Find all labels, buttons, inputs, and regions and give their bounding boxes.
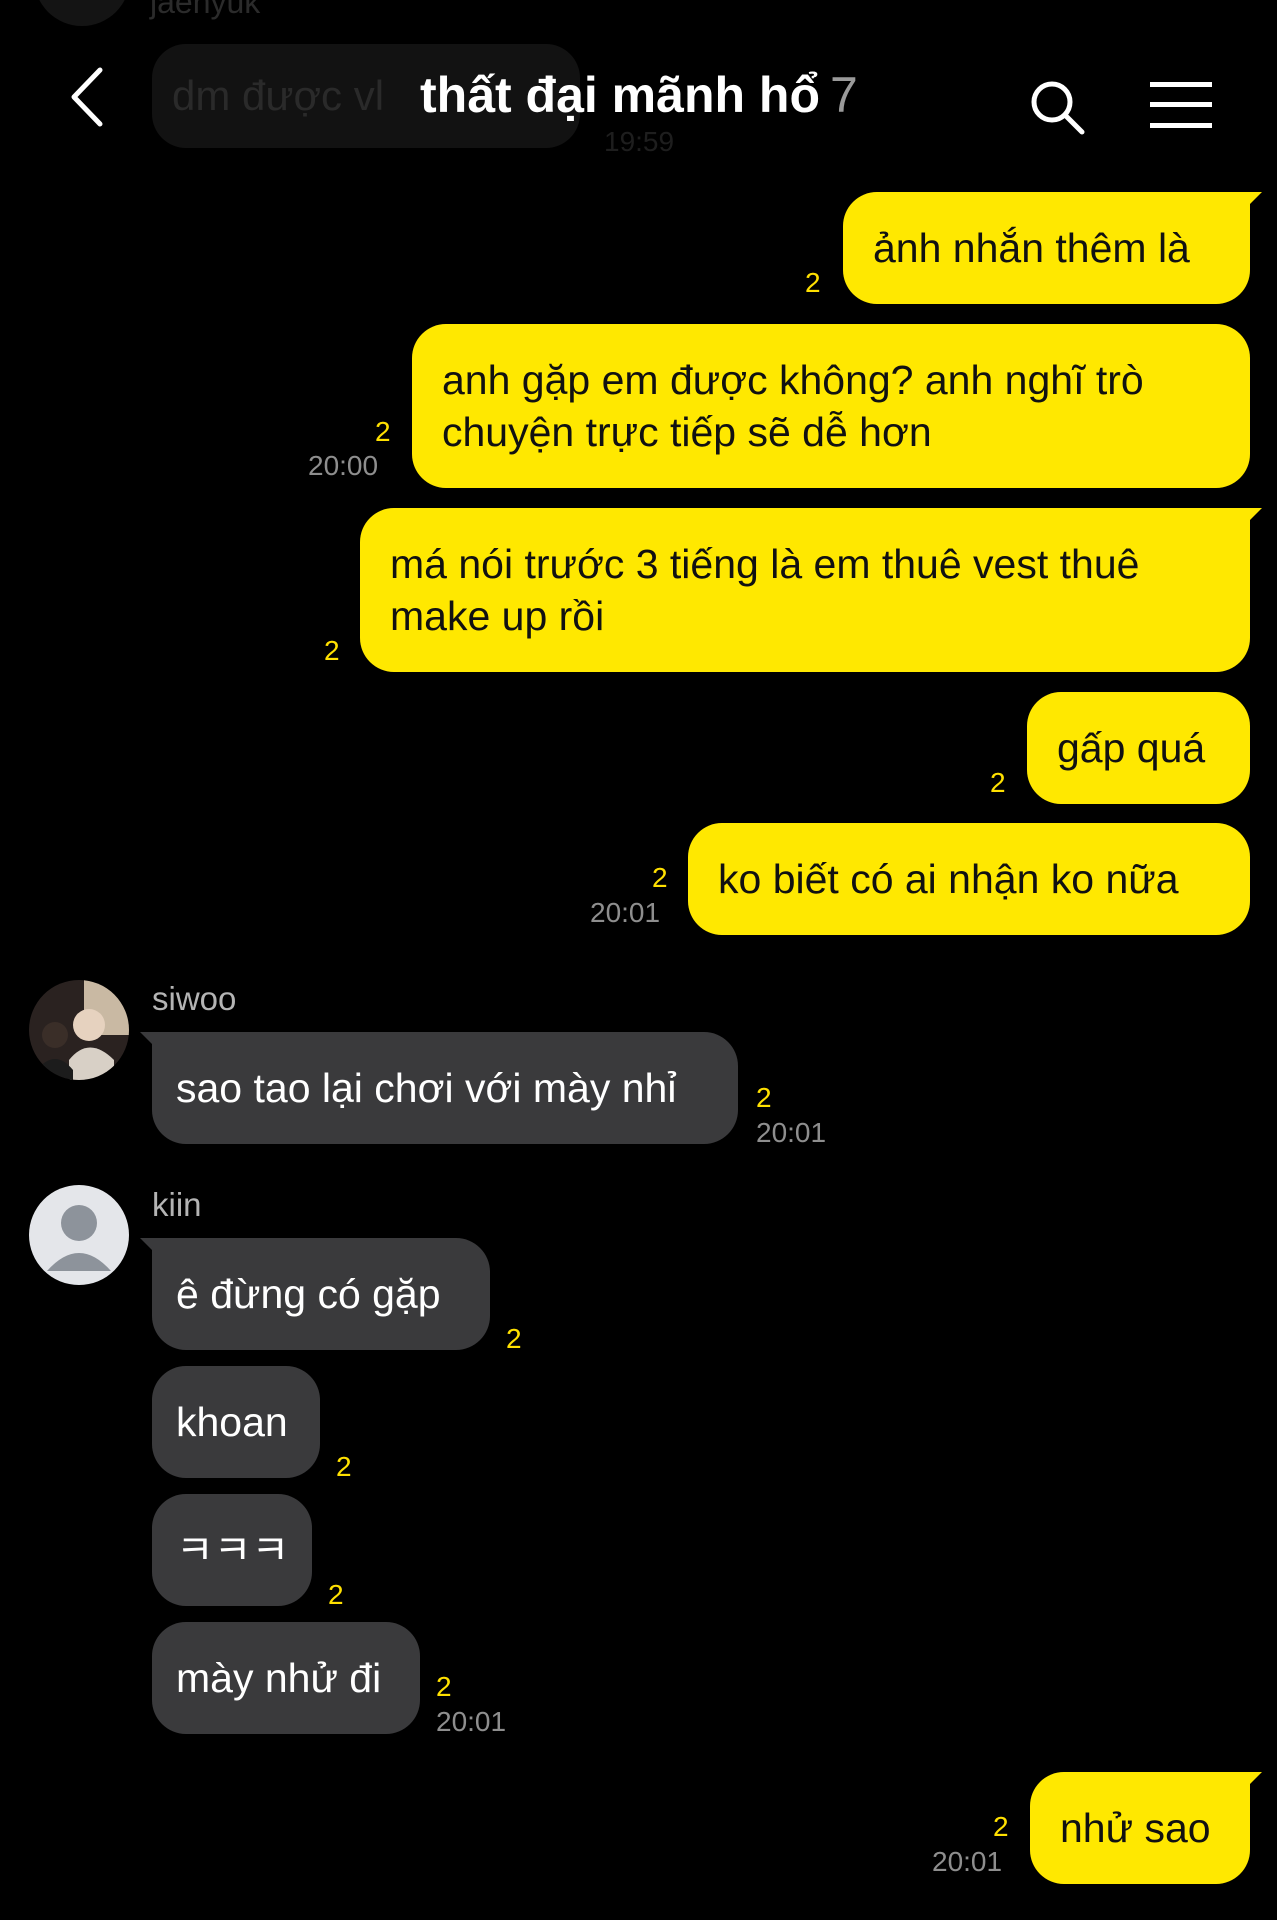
message-time: 20:01: [932, 1846, 1003, 1877]
unread-count: 2: [805, 267, 821, 298]
profile-photo-icon: [29, 980, 129, 1080]
message-text: ko biết có ai nhận ko nữa: [718, 856, 1179, 902]
message-text: nhử sao: [1060, 1805, 1211, 1851]
unread-count: 2: [506, 1323, 522, 1354]
message-bubble[interactable]: sao tao lại chơi với mày nhỉ: [140, 1032, 738, 1144]
message-text-line: chuyện trực tiếp sẽ dễ hơn: [442, 409, 932, 455]
message-bubble[interactable]: anh gặp em được không? anh nghĩ trò chuy…: [412, 324, 1250, 488]
search-icon: [1031, 81, 1085, 135]
message-text: ảnh nhắn thêm là: [873, 225, 1190, 271]
message-text-line: make up rồi: [390, 593, 605, 639]
message-text-line: anh gặp em được không? anh nghĩ trò: [442, 357, 1144, 403]
room-name: thất đại mãnh hổ: [420, 67, 820, 123]
chevron-left-icon: [71, 67, 103, 127]
avatar[interactable]: [29, 1185, 129, 1285]
message-bubble[interactable]: má nói trước 3 tiếng là em thuê vest thu…: [360, 508, 1262, 672]
message-bubble[interactable]: nhử sao: [1030, 1772, 1262, 1884]
message-text: khoan: [176, 1399, 288, 1445]
unread-count: 2: [990, 767, 1006, 798]
message-bubble[interactable]: ㅋㅋㅋ: [152, 1494, 312, 1606]
unread-count: 2: [652, 862, 668, 893]
unread-count: 2: [328, 1579, 344, 1610]
message-bubble[interactable]: ê đừng có gặp: [140, 1238, 490, 1350]
sender-name: siwoo: [152, 980, 237, 1017]
unread-count: 2: [336, 1451, 352, 1482]
message-bubble[interactable]: gấp quá: [1027, 692, 1250, 804]
sender-name: kiin: [152, 1186, 202, 1223]
message-text: ㅋㅋㅋ: [176, 1527, 290, 1573]
back-button[interactable]: [60, 62, 120, 132]
message-text: gấp quá: [1057, 725, 1206, 771]
search-button[interactable]: [1028, 78, 1088, 138]
unread-count: 2: [324, 635, 340, 666]
default-avatar-icon: [29, 1185, 129, 1285]
unread-count: 2: [993, 1811, 1009, 1842]
message-time: 20:01: [590, 897, 661, 928]
chat-header: thất đại mãnh hổ 7: [0, 0, 1277, 190]
menu-button[interactable]: [1148, 80, 1214, 130]
message-bubble[interactable]: ko biết có ai nhận ko nữa: [688, 823, 1250, 935]
message-bubble[interactable]: ảnh nhắn thêm là: [843, 192, 1262, 304]
message-time: 20:01: [756, 1117, 827, 1148]
message-bubble[interactable]: mày nhử đi: [152, 1622, 420, 1734]
unread-count: 2: [756, 1082, 772, 1113]
message-bubble[interactable]: khoan: [152, 1366, 320, 1478]
message-text: ê đừng có gặp: [176, 1271, 441, 1317]
unread-count: 2: [436, 1671, 452, 1702]
avatar[interactable]: [29, 980, 129, 1080]
member-count: 7: [830, 67, 858, 123]
hamburger-menu-icon: [1150, 82, 1212, 128]
unread-count: 2: [375, 416, 391, 447]
message-text: sao tao lại chơi với mày nhỉ: [176, 1065, 677, 1111]
message-time: 20:01: [436, 1706, 507, 1737]
message-time: 20:00: [308, 450, 379, 481]
message-text-line: má nói trước 3 tiếng là em thuê vest thu…: [390, 541, 1140, 587]
message-text: mày nhử đi: [176, 1655, 382, 1701]
chat-title: thất đại mãnh hổ 7: [420, 66, 858, 124]
